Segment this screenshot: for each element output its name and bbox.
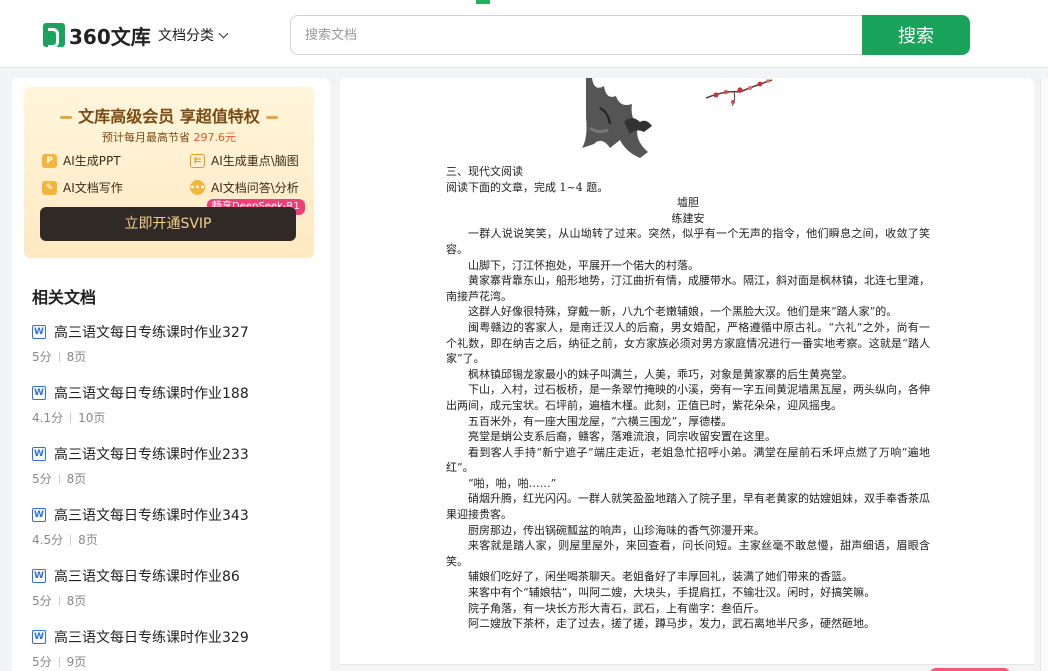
word-doc-icon: W xyxy=(32,325,46,339)
doc-title[interactable]: 高三语文每日专练课时作业86 xyxy=(54,566,240,586)
document-paragraph: 练建安 xyxy=(671,211,705,225)
word-doc-icon: W xyxy=(32,508,46,522)
top-accent-mark xyxy=(476,0,490,4)
document-paragraph: 阅读下面的文章，完成 1~4 题。 xyxy=(446,180,609,194)
doc-pages: 8页 xyxy=(66,472,87,486)
doc-title[interactable]: 高三语文每日专练课时作业343 xyxy=(54,505,249,525)
doc-score: 5分 xyxy=(32,594,52,608)
doc-score: 5分 xyxy=(32,350,52,364)
doc-title[interactable]: 高三语文每日专练课时作业327 xyxy=(54,322,249,342)
meta-divider xyxy=(58,473,60,484)
document-paragraph: 一群人说说笑笑，从山坳转了过来。突然，似乎有一个无声的指令，他们瞬息之间，收敛了… xyxy=(446,227,930,256)
feature-ai-ppt: P AI生成PPT xyxy=(42,152,121,169)
doc-pages: 8页 xyxy=(66,350,87,364)
doc-title[interactable]: 高三语文每日专练课时作业188 xyxy=(54,383,249,403)
document-paragraph: 墟胆 xyxy=(677,196,699,210)
doc-title[interactable]: 高三语文每日专练课时作业329 xyxy=(54,627,249,647)
category-label: 文档分类 xyxy=(158,28,214,44)
right-edge-panel xyxy=(1040,78,1048,671)
related-docs-title: 相关文档 xyxy=(32,288,97,307)
plum-blossom-illustration xyxy=(706,79,772,106)
document-paragraph: 下山，入村，过石板桥，是一条翠竹掩映的小溪，旁有一字五间黄泥墙黑瓦屋，两头纵向，… xyxy=(446,383,930,412)
doc-title[interactable]: 高三语文每日专练课时作业233 xyxy=(54,444,249,464)
writing-icon: ✎ xyxy=(42,180,57,195)
document-paragraph: 阿二嫂放下茶杯，走了过去，搓了搓，蹲马步，发力，武石离地半尺多，硬然砸地。 xyxy=(468,617,875,631)
doc-pages: 8页 xyxy=(78,533,98,547)
doc-pages: 9页 xyxy=(66,655,87,669)
vip-title: 文库高级会员 享超值特权 xyxy=(24,103,314,127)
top-header: 360文库 文档分类 搜索 xyxy=(0,0,1048,68)
savings-amount: 297.6元 xyxy=(193,131,237,144)
meta-divider xyxy=(58,656,60,667)
meta-divider xyxy=(58,595,60,606)
mindmap-icon: ⇇ xyxy=(190,153,205,168)
document-page: 三、现代文阅读阅读下面的文章，完成 1~4 题。墟胆 练建安一群人说说笑笑，从山坳… xyxy=(340,78,1034,671)
doc-pages: 8页 xyxy=(66,594,87,608)
document-paragraph: 辅娘们吃好了，闲坐喝茶聊天。老姐备好了丰厚回礼，装满了她们带来的香篮。 xyxy=(468,570,853,584)
chat-dots-icon: ••• xyxy=(190,180,205,195)
doc-score: 4.1分 xyxy=(32,411,64,425)
word-doc-icon: W xyxy=(32,569,46,583)
doc-score: 4.5分 xyxy=(32,533,64,547)
list-item[interactable]: W 高三语文每日专练课时作业329 5分 9页 xyxy=(32,627,302,671)
sidebar: 文库高级会员 享超值特权 预计每月最高节省 297.6元 P AI生成PPT ⇇… xyxy=(12,78,330,671)
document-paragraph: 来客就是踏人家，则屋里屋外，来回查看，问长问短。主家丝毫不敢怠慢，甜声细语，眉眼… xyxy=(446,539,930,568)
logo-text: 360文库 xyxy=(69,24,151,49)
list-item[interactable]: W 高三语文每日专练课时作业188 4.1分 10页 xyxy=(32,383,302,444)
document-paragraph: 硝烟升腾，红光闪闪。一群人就笑盈盈地踏入了院子里，早有老黄家的姑嫂姐妹，双手奉香… xyxy=(446,492,930,522)
document-paragraph: 来客中有个“辅娘牯”，叫阿二嫂，大块头，手提肩扛，不输壮汉。闲时，好搞笑嘛。 xyxy=(468,586,876,600)
list-item[interactable]: W 高三语文每日专练课时作业327 5分 8页 xyxy=(32,322,302,383)
meta-divider xyxy=(58,351,60,362)
word-doc-icon: W xyxy=(32,447,46,461)
list-item[interactable]: W 高三语文每日专练课时作业233 5分 8页 xyxy=(32,444,302,505)
document-paragraph: 看到客人手持“新宁遮子”端庄走近，老姐急忙招呼小弟。满堂在屋前石禾坪点燃了万响“… xyxy=(446,445,930,475)
feature-ai-writing: ✎ AI文档写作 xyxy=(42,179,123,196)
search-button[interactable]: 搜索 xyxy=(862,15,970,55)
document-paragraph: 山脚下，汀江怀抱处，平展开一个偌大的村落。 xyxy=(468,258,699,272)
document-paragraph: 三、现代文阅读 xyxy=(446,165,523,178)
list-item[interactable]: W 高三语文每日专练课时作业86 5分 8页 xyxy=(32,566,302,627)
chevron-down-icon xyxy=(218,28,229,38)
search-input[interactable] xyxy=(290,15,864,55)
feature-ai-qa: ••• AI文档问答\分析 xyxy=(189,180,299,195)
open-svip-button[interactable]: 立即开通SVIP xyxy=(40,207,296,241)
document-paragraph: “啪，啪，啪……” xyxy=(468,476,557,490)
document-paragraph: 闽粤赣边的客家人，是南迁汉人的后裔，男女婚配，严格遵循中原古礼。“六礼”之外，尚… xyxy=(446,320,930,366)
vip-subtitle: 预计每月最高节省 297.6元 xyxy=(102,131,237,144)
meta-divider xyxy=(70,412,72,423)
word-doc-icon: W xyxy=(32,386,46,400)
ppt-icon: P xyxy=(42,153,57,168)
doc-score: 5分 xyxy=(32,655,52,669)
meta-divider xyxy=(70,534,72,545)
list-item[interactable]: W 高三语文每日专练课时作业343 4.5分 8页 xyxy=(32,505,302,566)
site-logo[interactable]: 360文库 xyxy=(43,22,151,49)
document-viewer[interactable]: 三、现代文阅读阅读下面的文章，完成 1~4 题。墟胆 练建安一群人说说笑笑，从山坳… xyxy=(340,78,1034,671)
category-dropdown[interactable]: 文档分类 xyxy=(158,25,229,45)
feature-ai-mindmap: ⇇ AI生成重点\脑图 xyxy=(190,152,299,169)
library-logo-icon xyxy=(43,23,65,48)
document-body: 三、现代文阅读阅读下面的文章，完成 1~4 题。墟胆 练建安一群人说说笑笑，从山坳… xyxy=(446,164,930,632)
document-paragraph: 枫林镇邱锡龙家最小的妹子叫满兰，人美，乖巧，对象是黄家寨的后生黄亮堂。 xyxy=(468,367,853,381)
doc-score: 5分 xyxy=(32,472,52,486)
doc-pages: 10页 xyxy=(78,411,106,425)
document-paragraph: 厨房那边，传出锅碗瓢盆的响声，山珍海味的香气弥漫开来。 xyxy=(468,523,765,537)
document-paragraph: 五百米外，有一座大围龙屋，“六横三围龙”，厚德楼。 xyxy=(468,414,733,428)
vip-promo-card: 文库高级会员 享超值特权 预计每月最高节省 297.6元 P AI生成PPT ⇇… xyxy=(24,87,314,258)
document-paragraph: 亮堂是蛸公支系后裔，赣客，落难流浪，同宗收留安置在这里。 xyxy=(468,430,776,444)
related-docs-list: W 高三语文每日专练课时作业327 5分 8页 W 高三语文每日专练课时作业188 4… xyxy=(32,322,302,671)
document-paragraph: 黄家寨背靠东山，船形地势，汀江曲折有情，成腰带水。隔江，斜对面是枫林镇，北连七里… xyxy=(446,274,930,303)
document-paragraph: 院子角落，有一块长方形大青石，武石，上有凿字：叁佰斤。 xyxy=(468,601,765,615)
ink-landscape-illustration xyxy=(582,78,652,158)
document-paragraph: 这群人好像很特殊，穿戴一新，八九个老嫩辅娘，一个黑脸大汉。他们是来“踏人家”的。 xyxy=(468,305,898,319)
word-doc-icon: W xyxy=(32,630,46,644)
